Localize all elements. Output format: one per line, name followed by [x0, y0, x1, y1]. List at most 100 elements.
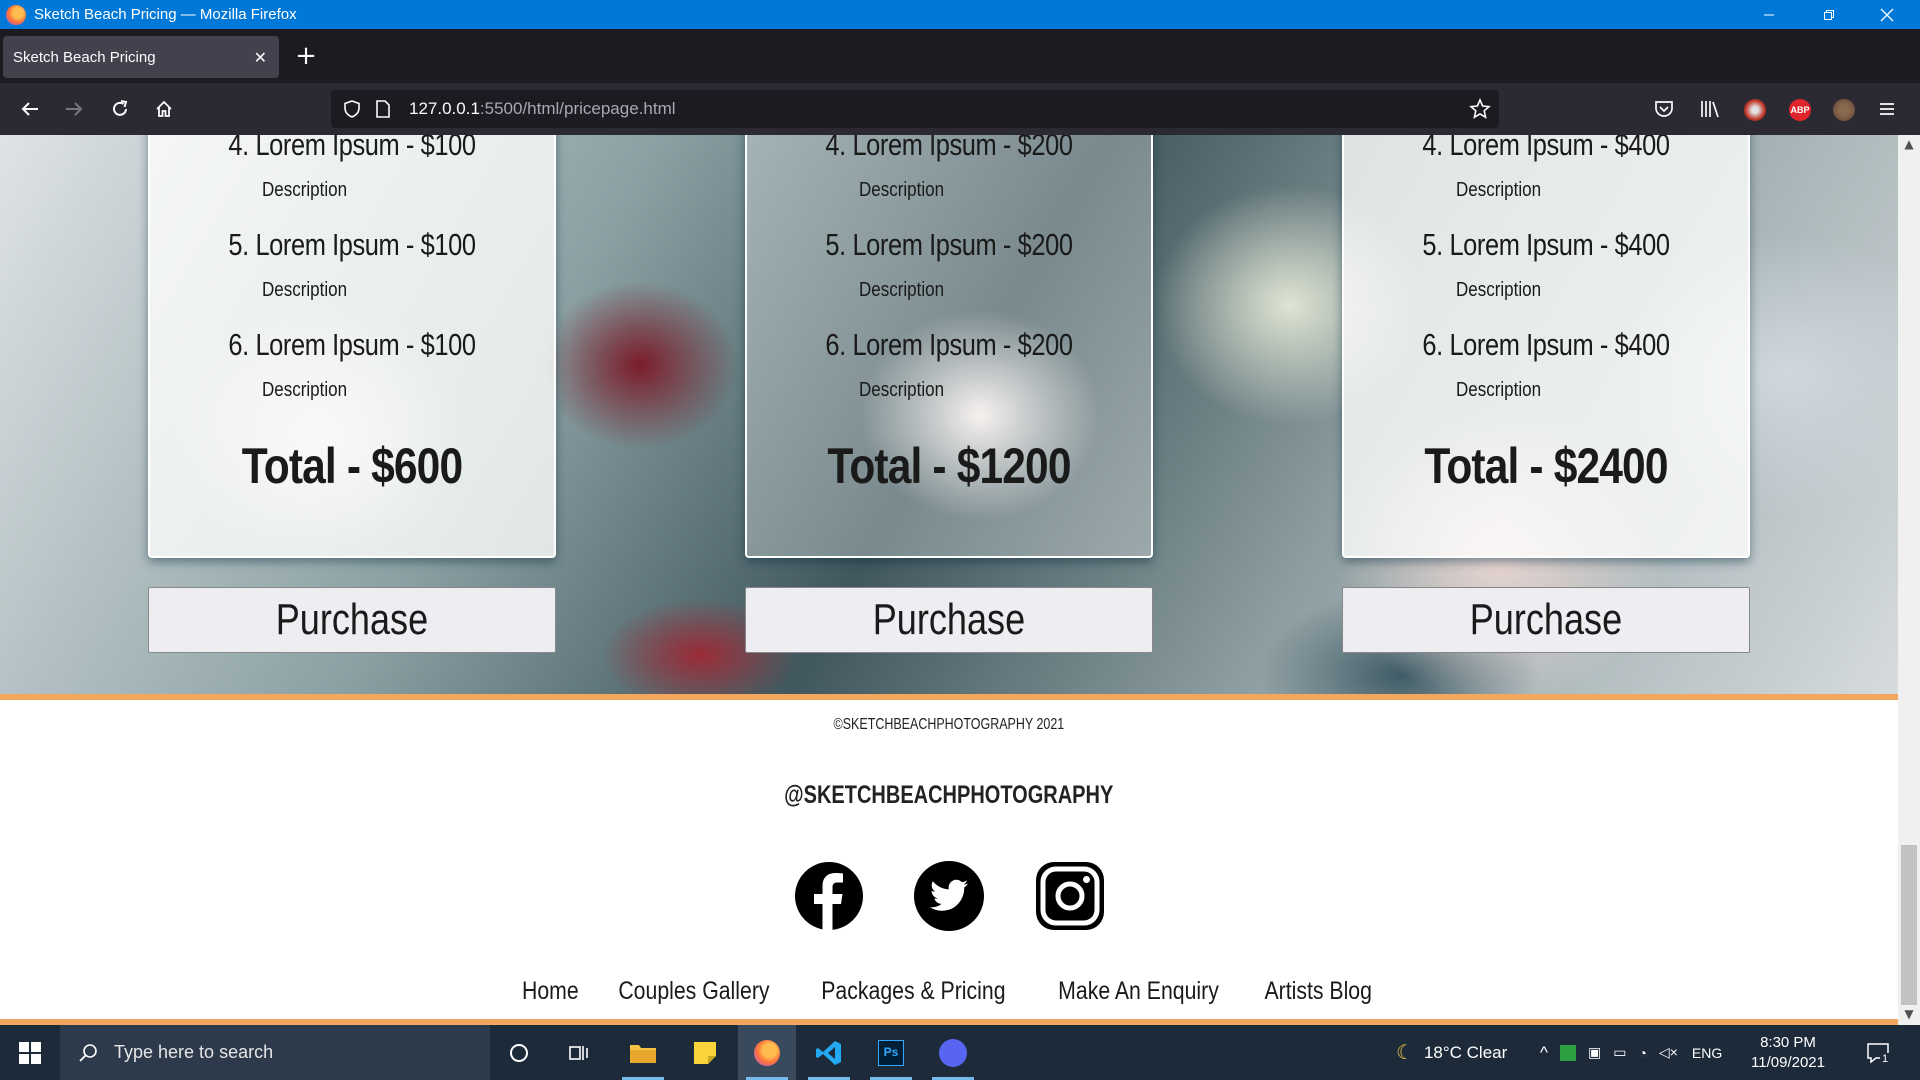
- taskbar-app-discord[interactable]: [924, 1025, 982, 1080]
- pocket-icon[interactable]: [1654, 99, 1674, 119]
- library-icon[interactable]: [1699, 99, 1721, 119]
- forward-button[interactable]: [58, 93, 90, 125]
- volume-muted-icon[interactable]: ◁×: [1659, 1044, 1678, 1061]
- purchase-button-label: Purchase: [275, 595, 429, 644]
- battery-icon[interactable]: ▭: [1613, 1044, 1626, 1061]
- window-title: Sketch Beach Pricing — Mozilla Firefox: [34, 6, 297, 23]
- taskbar-app-file-explorer[interactable]: [614, 1025, 672, 1080]
- file-explorer-icon: [630, 1044, 656, 1063]
- footer-navigation: Home Couples Gallery Packages & Pricing …: [0, 977, 1898, 1006]
- package-item-description: Description: [859, 379, 945, 401]
- package-total: Total - $1200: [827, 438, 1071, 494]
- moon-icon: ☾: [1396, 1042, 1414, 1064]
- scrollbar-thumb[interactable]: [1901, 845, 1917, 1005]
- footer-divider: [0, 694, 1898, 700]
- scroll-down-arrow-icon[interactable]: ▼: [1898, 1007, 1920, 1021]
- package-item-name: 6. Lorem Ipsum - $400: [1422, 327, 1670, 362]
- navigation-toolbar: 127.0.0.1:5500/html/pricepage.html ABP: [0, 83, 1920, 135]
- start-button[interactable]: [0, 1025, 60, 1080]
- tab-strip: Sketch Beach Pricing ✕ +: [0, 29, 1920, 83]
- purchase-button[interactable]: Purchase: [745, 587, 1153, 653]
- page-scrollbar[interactable]: ▲ ▼: [1898, 135, 1920, 1025]
- taskbar-app-sticky-notes[interactable]: [676, 1025, 734, 1080]
- reload-button[interactable]: [104, 93, 136, 125]
- footer-link-home[interactable]: Home: [517, 977, 584, 1006]
- close-window-button[interactable]: [1858, 0, 1916, 29]
- cortana-icon: [510, 1043, 528, 1062]
- package-item-description: Description: [1456, 379, 1542, 401]
- window-titlebar: Sketch Beach Pricing — Mozilla Firefox: [0, 0, 1920, 29]
- package-item-name: 5. Lorem Ipsum - $400: [1422, 227, 1670, 262]
- footer-link-label: Packages & Pricing: [821, 977, 1006, 1005]
- restore-button[interactable]: [1800, 0, 1858, 29]
- firefox-logo-icon: [6, 4, 26, 25]
- vscode-icon: [816, 1040, 841, 1065]
- url-host: 127.0.0.1: [409, 99, 480, 118]
- package-item-name: 4. Lorem Ipsum - $200: [825, 135, 1073, 162]
- instagram-icon[interactable]: [1034, 860, 1106, 932]
- package-item-description: Description: [859, 279, 945, 301]
- url-bar[interactable]: 127.0.0.1:5500/html/pricepage.html: [331, 90, 1499, 128]
- cortana-button[interactable]: [490, 1025, 548, 1080]
- sticky-notes-icon: [694, 1041, 716, 1064]
- url-text[interactable]: 127.0.0.1:5500/html/pricepage.html: [409, 99, 676, 119]
- bookmark-star-icon[interactable]: [1469, 98, 1491, 120]
- minimize-icon: [1764, 14, 1774, 15]
- footer-link-packages-pricing[interactable]: Packages & Pricing: [805, 977, 1022, 1006]
- weather-text: 18°C Clear: [1423, 1042, 1508, 1062]
- tab-title: Sketch Beach Pricing: [13, 48, 156, 66]
- taskbar-app-firefox[interactable]: [738, 1025, 796, 1080]
- footer-link-artists-blog[interactable]: Artists Blog: [1255, 977, 1381, 1006]
- purchase-button-label: Purchase: [1469, 595, 1623, 644]
- new-tab-button[interactable]: +: [294, 39, 318, 73]
- facebook-icon[interactable]: [793, 860, 865, 932]
- footer-link-label: Make An Enquiry: [1058, 977, 1219, 1005]
- back-button[interactable]: [14, 93, 46, 125]
- package-card: 4. Lorem Ipsum - $200 Description 5. Lor…: [745, 135, 1153, 558]
- package-item-description: Description: [262, 279, 348, 301]
- weather-widget[interactable]: ☾ 18°C Clear: [1396, 1025, 1507, 1080]
- taskbar-search-box[interactable]: Type here to search: [60, 1025, 490, 1080]
- url-path: :5500/html/pricepage.html: [479, 99, 676, 118]
- taskbar-app-vscode[interactable]: [800, 1025, 858, 1080]
- wifi-icon[interactable]: ◔: [1638, 1045, 1646, 1061]
- footer-link-label: Home: [521, 977, 579, 1005]
- purchase-button[interactable]: Purchase: [148, 587, 556, 653]
- notification-count: 1: [1880, 1053, 1891, 1065]
- package-total: Total - $2400: [1424, 438, 1668, 494]
- page-viewport: 4. Lorem Ipsum - $100 Description 5. Lor…: [0, 135, 1898, 1025]
- taskbar-app-photoshop[interactable]: Ps: [862, 1025, 920, 1080]
- extension-icon[interactable]: [1744, 99, 1766, 121]
- twitter-icon[interactable]: [913, 860, 985, 932]
- footer-link-couples-gallery[interactable]: Couples Gallery: [605, 977, 783, 1006]
- extension-avatar-icon[interactable]: [1833, 99, 1855, 121]
- package-item-description: Description: [1456, 279, 1542, 301]
- copyright-label: ©SKETCHBEACHPHOTOGRAPHY 2021: [833, 716, 1065, 733]
- task-view-icon: [569, 1045, 588, 1060]
- language-indicator[interactable]: ENG: [1692, 1045, 1722, 1061]
- clock-time: 8:30 PM: [1760, 1034, 1816, 1051]
- show-hidden-icons-chevron-icon[interactable]: ^: [1540, 1043, 1548, 1063]
- package-item-description: Description: [1456, 179, 1542, 201]
- notification-center-button[interactable]: 1: [1866, 1025, 1892, 1080]
- app-tray-icon[interactable]: [1559, 1044, 1576, 1061]
- minimize-button[interactable]: [1740, 0, 1798, 29]
- scroll-up-arrow-icon[interactable]: ▲: [1898, 137, 1920, 151]
- adblock-plus-icon[interactable]: ABP: [1789, 99, 1811, 121]
- tab-close-icon[interactable]: ✕: [254, 48, 267, 67]
- home-button[interactable]: [148, 93, 180, 125]
- restore-icon: [1824, 9, 1834, 20]
- purchase-button[interactable]: Purchase: [1342, 587, 1750, 653]
- package-card: 4. Lorem Ipsum - $400 Description 5. Lor…: [1342, 135, 1750, 558]
- tracking-shield-icon[interactable]: [343, 100, 361, 118]
- task-view-button[interactable]: [550, 1025, 608, 1080]
- package-item-name: 4. Lorem Ipsum - $100: [228, 135, 476, 162]
- page-info-icon[interactable]: [375, 100, 391, 118]
- taskbar-clock[interactable]: 8:30 PM 11/09/2021: [1748, 1033, 1828, 1073]
- device-icon[interactable]: ▣: [1588, 1044, 1601, 1061]
- footer-link-make-an-enquiry[interactable]: Make An Enquiry: [1044, 977, 1233, 1006]
- tab-sketch-beach-pricing[interactable]: Sketch Beach Pricing ✕: [3, 36, 279, 78]
- windows-logo-icon: [19, 1041, 41, 1064]
- footer-link-label: Couples Gallery: [618, 977, 770, 1005]
- hamburger-menu-icon[interactable]: [1878, 100, 1896, 118]
